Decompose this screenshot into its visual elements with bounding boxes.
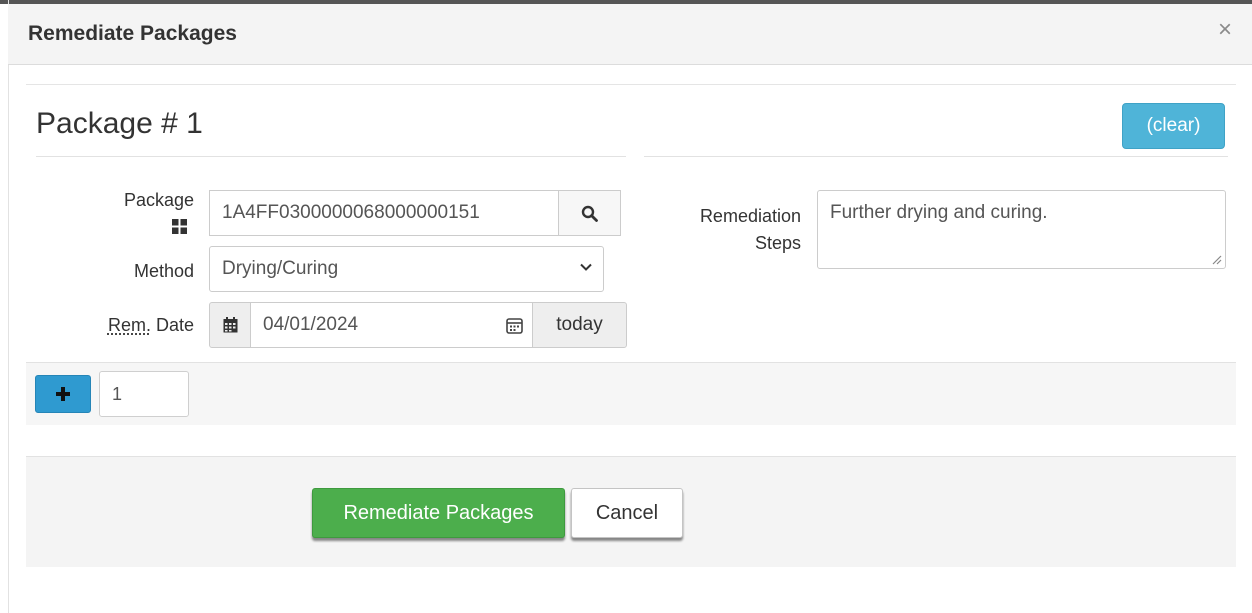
rem-date-abbr: Rem. xyxy=(107,315,151,335)
dialog-title: Remediate Packages xyxy=(28,22,237,45)
remediation-steps-textarea[interactable]: Further drying and curing. xyxy=(817,190,1226,269)
calendar-icon xyxy=(223,317,237,333)
clear-button[interactable]: (clear) xyxy=(1122,103,1225,149)
calendar-addon xyxy=(209,302,251,348)
remediate-packages-dialog: Remediate Packages × Package # 1 (clear)… xyxy=(0,0,1252,613)
dialog-footer: Remediate Packages Cancel xyxy=(26,456,1236,567)
remediation-steps-value: Further drying and curing. xyxy=(830,202,1048,223)
package-input[interactable]: 1A4FF0300000068000000151 xyxy=(209,190,559,236)
package-heading: Package # 1 xyxy=(36,107,203,140)
add-package-row: 1 xyxy=(26,362,1236,425)
close-icon[interactable]: × xyxy=(1218,18,1232,42)
rem-date-value: 04/01/2024 xyxy=(263,314,359,335)
rem-date-label-rest: Date xyxy=(150,315,194,335)
left-border xyxy=(8,0,9,613)
plus-icon xyxy=(56,387,70,401)
today-button[interactable]: today xyxy=(532,302,627,348)
chevron-down-icon xyxy=(580,263,592,271)
resize-handle-icon[interactable] xyxy=(1212,255,1222,265)
package-label-text: Package xyxy=(123,190,194,210)
package-label: Package xyxy=(86,190,194,211)
divider xyxy=(36,156,626,157)
dialog-header: Remediate Packages × xyxy=(8,4,1252,65)
package-search-button[interactable] xyxy=(558,190,621,236)
barcode-grid-icon[interactable] xyxy=(172,219,187,234)
method-label: Method xyxy=(133,261,194,281)
package-panel: Package # 1 (clear) Package 1A4FF0300000… xyxy=(26,84,1236,363)
remediation-steps-label: Remediation Steps xyxy=(646,203,801,257)
method-select-value: Drying/Curing xyxy=(222,258,339,279)
rem-date-input[interactable]: 04/01/2024 xyxy=(250,302,533,348)
divider xyxy=(644,156,1228,157)
cancel-button[interactable]: Cancel xyxy=(571,488,683,538)
remediate-packages-button[interactable]: Remediate Packages xyxy=(312,488,565,538)
add-package-button[interactable] xyxy=(35,375,91,413)
search-icon xyxy=(581,205,598,222)
remediation-steps-label-line2: Steps xyxy=(754,233,801,253)
method-select[interactable]: Drying/Curing xyxy=(209,246,604,292)
package-count-input[interactable]: 1 xyxy=(99,371,189,417)
date-picker-icon[interactable] xyxy=(506,317,523,334)
remediation-steps-label-line1: Remediation xyxy=(699,206,801,226)
rem-date-label: Rem. Date xyxy=(66,315,194,336)
